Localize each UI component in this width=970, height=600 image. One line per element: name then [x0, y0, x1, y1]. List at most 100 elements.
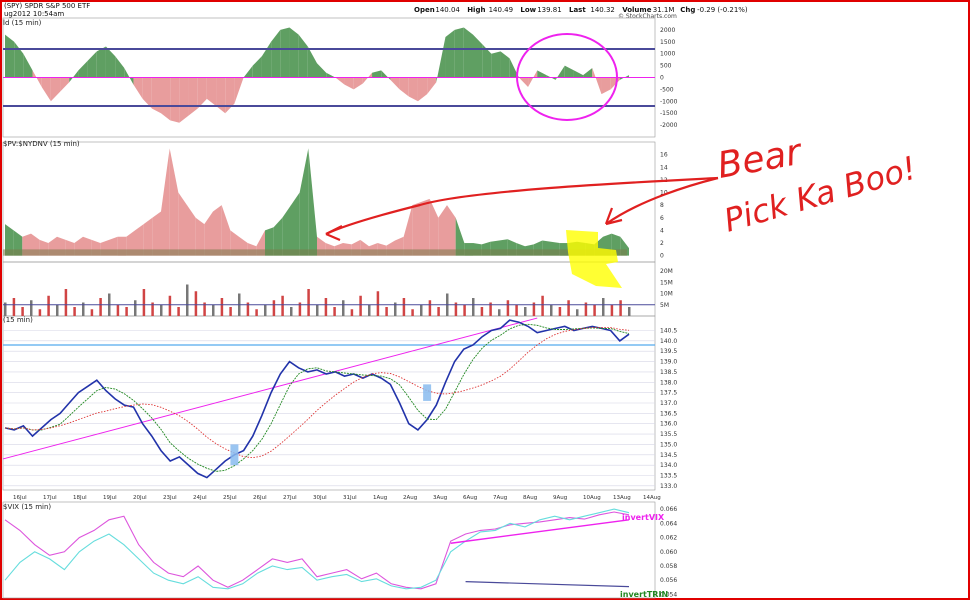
volume-bar — [90, 309, 94, 316]
tick-area-segment — [473, 34, 483, 78]
volume-bar — [212, 304, 215, 316]
volume-bar — [411, 309, 414, 316]
vix-tick-label: 0.058 — [660, 563, 677, 570]
upvol-area-segment — [438, 205, 447, 256]
quote-label: Low — [520, 6, 536, 14]
tick-area-segment — [87, 51, 97, 78]
tick-tick-label: -1500 — [660, 110, 678, 117]
tick-area-segment — [344, 77, 354, 90]
quote-value: 140.32 — [590, 6, 615, 14]
tick-area-segment — [252, 56, 262, 78]
tick-area-segment — [436, 37, 446, 83]
quote-value: 139.81 — [537, 6, 562, 14]
price-x-label: 16Jul — [13, 495, 27, 501]
tick-area-segment — [105, 46, 116, 78]
tick-area-segment — [372, 70, 382, 78]
tick-area-segment — [289, 27, 299, 78]
upvol-area-segment — [282, 205, 291, 256]
tick-plot — [3, 27, 655, 123]
price-tick-label: 134.5 — [660, 452, 677, 459]
upvol-area-segment — [161, 148, 170, 256]
price-x-label: 27Jul — [283, 495, 297, 501]
tick-area-segment — [188, 77, 198, 116]
volume-bar — [368, 304, 371, 316]
price-x-label: 3Aug — [433, 495, 447, 501]
volume-bar — [619, 300, 622, 316]
volume-bar — [73, 307, 76, 316]
chart-timestamp: ug2012 10:54am — [4, 10, 64, 18]
volume-bar — [99, 298, 102, 316]
tick-area-segment — [78, 60, 88, 78]
volume-bar — [116, 304, 120, 316]
upvol-tick-label: 2 — [660, 240, 664, 247]
upvol-area-segment — [403, 205, 413, 256]
upvol-tick-label: 16 — [660, 152, 668, 159]
tick-area-segment — [234, 77, 244, 104]
volume-bar — [385, 307, 388, 316]
vix-panel-label: $VIX (15 min) — [3, 503, 51, 511]
price-fast-average — [4, 323, 630, 472]
tick-area-segment — [500, 51, 510, 78]
price-tick-label: 136.0 — [660, 421, 677, 428]
tick-panel-label: ld (15 min) — [3, 19, 42, 27]
tick-tick-label: -2000 — [660, 122, 678, 129]
volume-bar — [142, 289, 146, 316]
price-x-label: 18Jul — [73, 495, 87, 501]
volume-bar — [324, 298, 328, 316]
tick-area-segment — [518, 77, 529, 88]
volume-bar — [290, 307, 293, 316]
tick-tick-label: 500 — [660, 63, 672, 70]
vix-lower-trendline — [465, 581, 630, 588]
quote-value: 140.04 — [435, 6, 460, 14]
price-tick-label: 139.0 — [660, 359, 677, 366]
tick-area-segment — [41, 77, 51, 102]
volume-bar — [134, 300, 137, 316]
volume-bar — [480, 307, 484, 316]
tick-area-segment — [491, 51, 501, 78]
upvol-area-segment — [412, 202, 421, 256]
volume-bar — [56, 304, 59, 316]
volume-bar — [255, 309, 258, 316]
tick-area-segment — [69, 70, 79, 83]
tick-area-segment — [537, 70, 547, 78]
tick-area-segment — [115, 56, 125, 78]
tick-area-segment — [335, 77, 345, 85]
volume-bar — [47, 295, 50, 316]
legend-inverttrin: invertTRIN — [620, 590, 668, 599]
price-x-label: 17Jul — [43, 495, 57, 501]
volume-bar — [307, 289, 310, 316]
tick-area-segment — [427, 77, 437, 95]
upvol-area-segment — [169, 148, 179, 256]
vix-series-line-0 — [4, 511, 630, 590]
vix-tick-label: 0.060 — [660, 549, 677, 556]
price-x-label: 20Jul — [133, 495, 147, 501]
volume-bar — [350, 309, 354, 316]
upvol-area-segment — [204, 211, 213, 256]
tick-area-segment — [124, 67, 134, 85]
price-x-label: 10Aug — [583, 495, 601, 501]
volume-bar — [186, 284, 189, 316]
volume-tick-label: 5M — [660, 302, 669, 309]
price-x-label: 6Aug — [463, 495, 477, 501]
volume-bar — [524, 307, 527, 316]
price-tick-label: 138.0 — [660, 379, 677, 386]
volume-plot — [3, 284, 655, 316]
tick-area-segment — [564, 65, 574, 78]
volume-bar — [177, 307, 180, 316]
legend-invertvix: invertVIX — [622, 513, 665, 522]
tick-area-segment — [592, 67, 602, 95]
upvol-area-segment — [178, 192, 187, 256]
volume-tick-label: 20M — [660, 268, 673, 275]
stockchart-composite: (SPY) SPDR S&P 500 ETF ug2012 10:54am Op… — [2, 2, 921, 599]
volume-bar — [316, 304, 319, 316]
tick-area-segment — [445, 29, 455, 78]
chart-title: (SPY) SPDR S&P 500 ETF — [4, 2, 90, 10]
price-x-label: 9Aug — [553, 495, 567, 501]
price-tick-label: 133.5 — [660, 473, 677, 480]
price-x-label: 2Aug — [403, 495, 417, 501]
volume-bar — [550, 304, 553, 316]
tick-area-segment — [206, 77, 217, 107]
tick-area-segment — [390, 77, 400, 90]
volume-bar — [567, 300, 570, 316]
tick-area-segment — [326, 72, 336, 78]
